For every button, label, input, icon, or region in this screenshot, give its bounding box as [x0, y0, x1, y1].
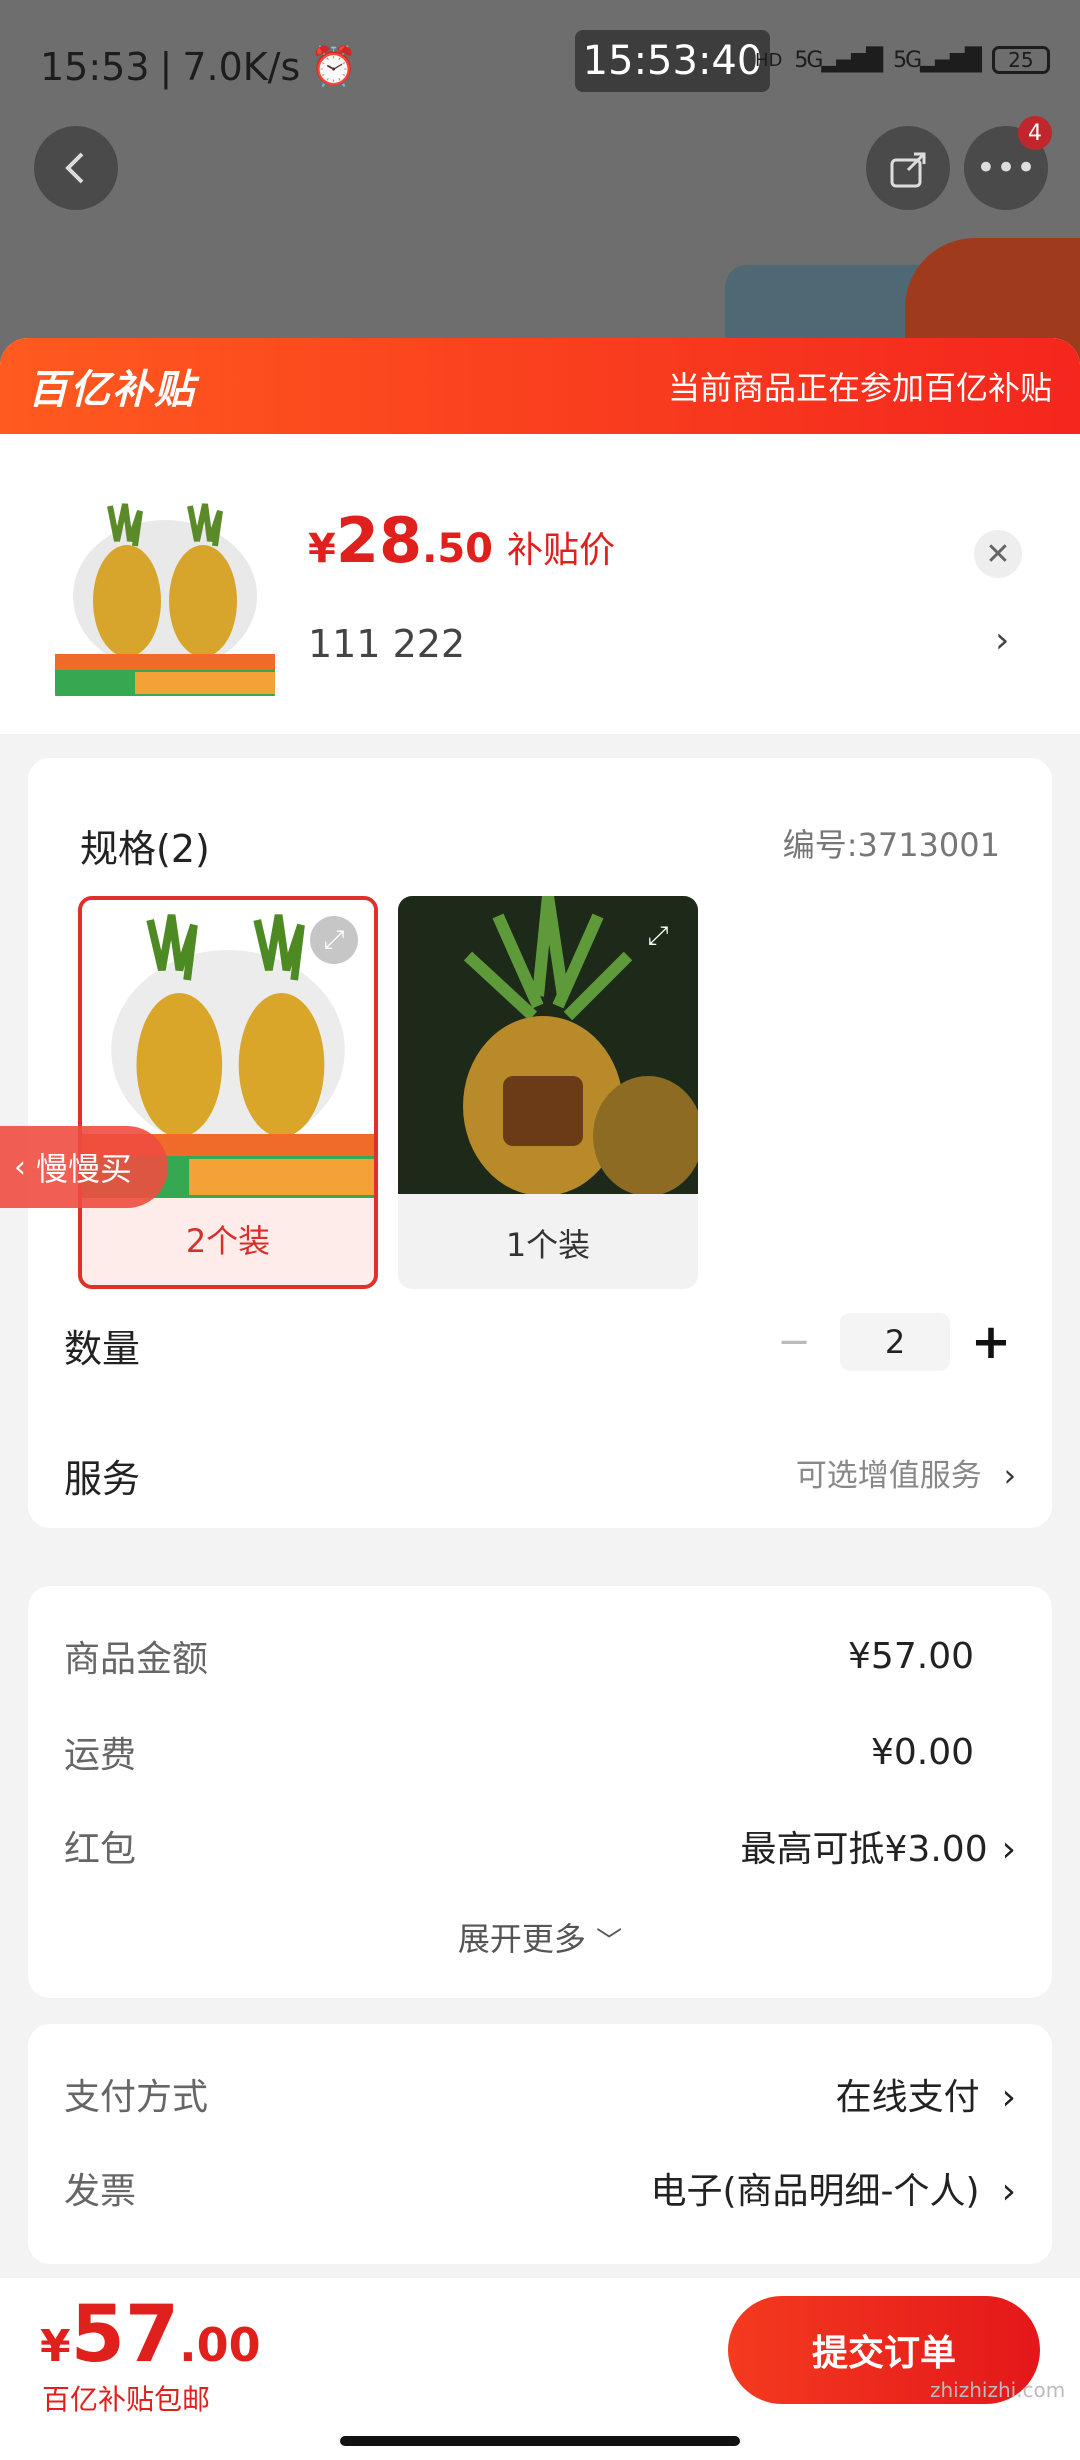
- price-summary-panel: 商品金额 ¥57.00 运费 ¥0.00 红包 最高可抵¥3.00 › 展开更多 …: [28, 1586, 1052, 1998]
- total-price: ¥ 57 .00: [40, 2290, 261, 2380]
- home-indicator[interactable]: [340, 2436, 740, 2446]
- spec-option-2pack[interactable]: ⤢ 2个装: [78, 896, 378, 1289]
- expand-icon[interactable]: ⤢: [634, 912, 682, 960]
- hd-icon: HD: [755, 49, 783, 71]
- price-tag: 补贴价: [506, 530, 615, 571]
- payment-panel: 支付方式 在线支付 › 发票 电子(商品明细-个人) ›: [28, 2024, 1052, 2264]
- expand-more-button[interactable]: 展开更多 ﹀: [28, 1914, 1052, 1960]
- floating-helper-tab[interactable]: ‹ 慢慢买: [0, 1126, 168, 1208]
- chevron-left-icon: [65, 152, 84, 184]
- service-selector[interactable]: 可选增值服务 ›: [796, 1450, 1016, 1495]
- signal-icon-2: 5G▂▄▆█: [893, 47, 982, 73]
- close-icon: ✕: [985, 536, 1011, 572]
- free-shipping-note: 百亿补贴包邮: [42, 2383, 211, 2416]
- shipping-row: 运费 ¥0.00: [64, 1731, 974, 1777]
- back-button[interactable]: [34, 126, 118, 210]
- service-label: 服务: [64, 1457, 141, 1501]
- product-code: 编号:3713001: [782, 826, 1000, 864]
- spec-option-1pack[interactable]: ⤢ 1个装: [398, 896, 698, 1289]
- quantity-plus-button[interactable]: +: [966, 1314, 1016, 1370]
- alarm-icon: ⏰: [310, 44, 358, 88]
- chevron-right-icon: ›: [1001, 2077, 1016, 2118]
- status-bar: 15:53 | 7.0K/s ⏰ 15:53:40 HD 5G▂▄▆█ 5G▂▄…: [0, 0, 1080, 130]
- red-packet-row[interactable]: 红包 最高可抵¥3.00 ›: [64, 1820, 1016, 1872]
- chevron-right-icon: ›: [1001, 1829, 1016, 1870]
- subsidy-note: 当前商品正在参加百亿补贴: [667, 369, 1052, 407]
- clock-overlay: 15:53:40: [575, 30, 770, 92]
- signal-icon: 5G▂▄▆█: [794, 47, 883, 73]
- quantity-minus-button[interactable]: −: [764, 1319, 824, 1365]
- quantity-stepper: − 2 +: [764, 1313, 1016, 1371]
- network-speed: 7.0K/s: [182, 44, 301, 89]
- spec-panel-body: 规格(2) 编号:3713001 ⤢ 2个装 ⤢ 1个装 数量 − 2 + 服务…: [28, 758, 1052, 1528]
- goods-amount-row: 商品金额 ¥57.00: [64, 1635, 974, 1681]
- product-card: ¥ 28 .50 补贴价 ✕ 111 222 ›: [0, 434, 1080, 734]
- product-thumbnail[interactable]: [55, 486, 275, 706]
- more-button[interactable]: ••• 4: [964, 116, 1052, 210]
- invoice-row[interactable]: 发票 电子(商品明细-个人) ›: [64, 2162, 1016, 2214]
- spec-title: 规格(2): [80, 827, 210, 871]
- quantity-input[interactable]: 2: [840, 1313, 950, 1371]
- spec-option-label: 1个装: [505, 1226, 591, 1264]
- share-button[interactable]: [866, 126, 950, 210]
- payment-method-row[interactable]: 支付方式 在线支付 ›: [64, 2068, 1016, 2120]
- chevron-down-icon: ﹀: [596, 1927, 623, 1957]
- share-icon: [890, 152, 926, 188]
- checkout-bar: ¥ 57 .00 百亿补贴包邮 提交订单 zhizhizhi.com: [0, 2278, 1080, 2460]
- selected-sku[interactable]: 111 222: [308, 622, 465, 666]
- close-button[interactable]: ✕: [974, 530, 1022, 578]
- chevron-right-icon[interactable]: ›: [995, 620, 1009, 661]
- chevron-right-icon: ›: [1003, 1458, 1016, 1494]
- expand-icon[interactable]: ⤢: [310, 916, 358, 964]
- subsidy-header: 百亿补贴 当前商品正在参加百亿补贴: [0, 338, 1080, 434]
- brand-logo: 百亿补贴: [28, 367, 196, 413]
- watermark: zhizhizhi.com: [930, 2378, 1066, 2402]
- chevron-left-icon: ‹: [14, 1149, 26, 1185]
- chevron-right-icon: ›: [1001, 2171, 1016, 2212]
- subsidy-price: ¥ 28 .50 补贴价: [308, 504, 615, 577]
- pineapple-image: [55, 486, 275, 706]
- more-dots-icon: •••: [975, 148, 1037, 188]
- battery-icon: 25: [991, 46, 1050, 74]
- status-right: HD 5G▂▄▆█ 5G▂▄▆█ 25: [755, 46, 1050, 74]
- status-time: 15:53: [40, 44, 150, 89]
- quantity-label: 数量: [64, 1327, 141, 1371]
- order-sheet: 百亿补贴 当前商品正在参加百亿补贴 ¥ 28 .50 补贴价 ✕ 111 222: [0, 338, 1080, 2460]
- status-left: 15:53 | 7.0K/s ⏰: [40, 44, 358, 89]
- notification-badge: 4: [1018, 116, 1052, 150]
